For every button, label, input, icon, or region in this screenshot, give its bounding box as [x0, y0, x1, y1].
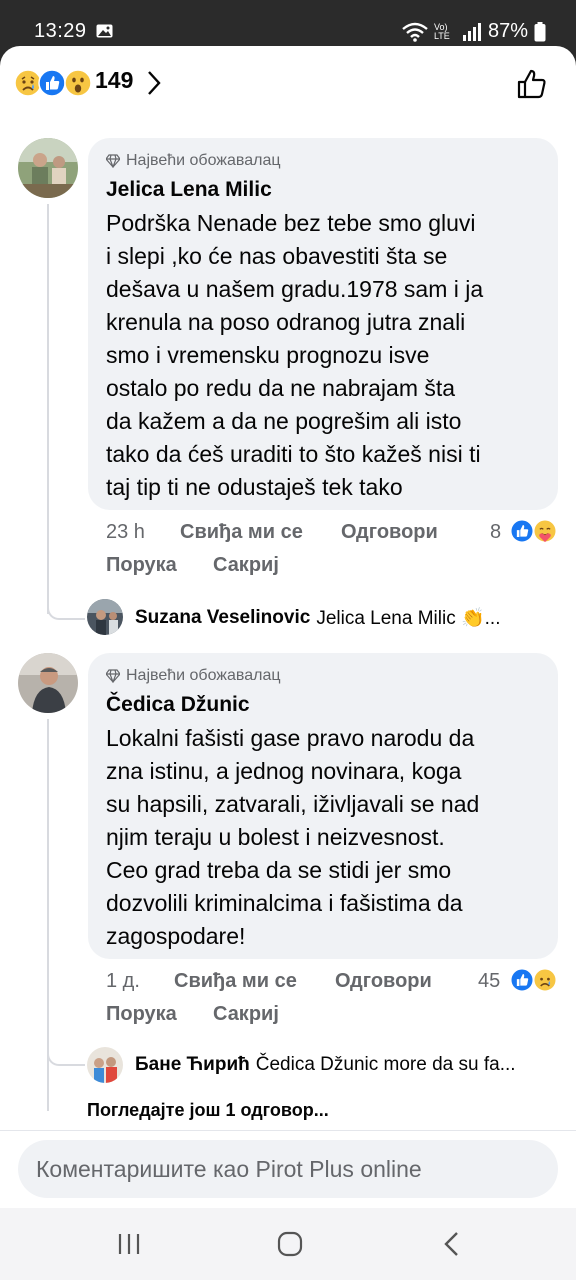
volte-label: Vo) LTE	[433, 21, 450, 41]
reply-author[interactable]: Бане Ћирић	[135, 1054, 250, 1076]
status-time: 13:29	[34, 20, 87, 42]
comment-time[interactable]: 23 h	[106, 521, 145, 544]
wifi-icon	[402, 22, 428, 42]
comment-line: krenula na poso odranog jutra znali	[106, 309, 466, 335]
comment-line: Lokalni fašisti gase pravo narodu da	[106, 725, 475, 751]
reactions-header[interactable]: 149	[0, 46, 576, 118]
like-reaction-icon	[510, 519, 534, 543]
comment-line: njim teraju u bolest i neizvesnost.	[106, 824, 445, 850]
like-button[interactable]: Свиђа ми се	[174, 970, 297, 993]
comment-reaction-count[interactable]: 45	[478, 970, 500, 993]
divider	[0, 1130, 576, 1131]
reply-text: Čedica Džunic more da su fa...	[255, 1054, 516, 1075]
care-reaction-icon	[533, 519, 557, 543]
back-icon[interactable]	[442, 1231, 462, 1257]
comment-line: tako da ćeš uraditi to što kažeš nisi ti	[106, 441, 481, 467]
like-reaction-icon	[510, 968, 534, 992]
avatar[interactable]	[87, 599, 123, 635]
comment-line: zna istinu, a jednog novinara, koga	[106, 758, 462, 784]
comment-author[interactable]: Jelica Lena Milic	[106, 178, 272, 202]
home-icon[interactable]	[277, 1231, 303, 1257]
sad-reaction-icon	[533, 968, 557, 992]
comment-line: smo i vremensku prognozu isve	[106, 342, 430, 368]
reply-preview[interactable]: Suzana Veselinovic Jelica Lena Milic 👏..…	[135, 606, 500, 630]
comment-line: dešava u našem gradu.1978 sam i ja	[106, 276, 484, 302]
badge-label: Највећи обожавалац	[126, 152, 281, 169]
comment-bubble[interactable]: Највећи обожавалац Jelica Lena Milic Pod…	[88, 138, 558, 510]
comment-line: taj tip ti ne odustaješ tek tako	[106, 474, 403, 500]
comment-bubble[interactable]: Највећи обожавалац Čedica Džunic Lokalni…	[88, 653, 558, 959]
diamond-icon	[106, 154, 120, 168]
reply-button[interactable]: Одговори	[335, 970, 432, 993]
reaction-summary[interactable]	[14, 69, 92, 97]
comment-line: da kažem a da ne pogrešim ali isto	[106, 408, 462, 434]
status-indicators: Vo) LTE 87%	[402, 20, 546, 43]
comment-line: dozvolili kriminalcima i fašistima da	[106, 890, 463, 916]
comment-time[interactable]: 1 д.	[106, 970, 140, 993]
comment-author[interactable]: Čedica Džunic	[106, 693, 250, 717]
comment-line: Podrška Nenade bez tebe smo gluvi	[106, 210, 476, 236]
recent-apps-icon[interactable]	[117, 1232, 141, 1256]
comment-text: Podrška Nenade bez tebe smo gluvi i slep…	[106, 207, 483, 504]
avatar[interactable]	[18, 138, 78, 198]
comment-reaction-count[interactable]: 8	[490, 521, 501, 544]
gallery-notification-icon	[96, 24, 113, 38]
comment-line: zagospodare!	[106, 923, 246, 949]
reply-text: Jelica Lena Milic 👏...	[316, 608, 501, 629]
comment-line: Ceo grad treba da se stidi jer smo	[106, 857, 452, 883]
reaction-count[interactable]: 149	[95, 67, 133, 94]
reply-preview[interactable]: Бане Ћирић Čedica Džunic more da su fa..…	[135, 1054, 516, 1076]
reply-author[interactable]: Suzana Veselinovic	[135, 607, 310, 629]
like-button[interactable]: Свиђа ми се	[180, 521, 303, 544]
hide-button[interactable]: Сакриј	[213, 554, 279, 577]
signal-icon	[462, 22, 481, 41]
chevron-right-icon[interactable]	[146, 70, 162, 96]
message-button[interactable]: Порука	[106, 554, 177, 577]
comment-line: ostalo po redu da ne nabrajam šta	[106, 375, 456, 401]
avatar[interactable]	[87, 1047, 123, 1083]
battery-percent: 87%	[487, 20, 528, 42]
status-bar: 13:29 Vo) LTE 87%	[0, 0, 576, 46]
view-more-replies-link[interactable]: Погледајте још 1 одговор...	[87, 1100, 329, 1121]
comments-sheet: 149 Највећи обожавалац Jelica Lena Milic…	[0, 46, 576, 1208]
hide-button[interactable]: Сакриј	[213, 1003, 279, 1026]
system-nav-bar	[0, 1208, 576, 1280]
battery-icon	[534, 21, 546, 41]
thread-line	[47, 204, 49, 614]
top-fan-badge: Највећи обожавалац	[106, 667, 281, 685]
comment-line: i slepi ,ko će nas obavestiti šta se	[106, 243, 448, 269]
thread-connector	[47, 1034, 85, 1066]
badge-label: Највећи обожавалац	[126, 667, 281, 684]
comment-line: su hapsili, zatvarali, iživljavali se na…	[106, 791, 480, 817]
message-button[interactable]: Порука	[106, 1003, 177, 1026]
comment-text: Lokalni fašisti gase pravo narodu da zna…	[106, 722, 479, 953]
thread-connector	[47, 586, 85, 620]
diamond-icon	[106, 669, 120, 683]
like-outline-icon[interactable]	[516, 68, 548, 100]
top-fan-badge: Највећи обожавалац	[106, 152, 281, 170]
comment-input[interactable]: Коментаришите као Pirot Plus online	[18, 1140, 558, 1198]
reply-button[interactable]: Одговори	[341, 521, 438, 544]
avatar[interactable]	[18, 653, 78, 713]
wow-reaction-icon	[64, 69, 92, 97]
like-reaction-icon	[38, 69, 66, 97]
comment-input-placeholder: Коментаришите као Pirot Plus online	[36, 1156, 422, 1182]
